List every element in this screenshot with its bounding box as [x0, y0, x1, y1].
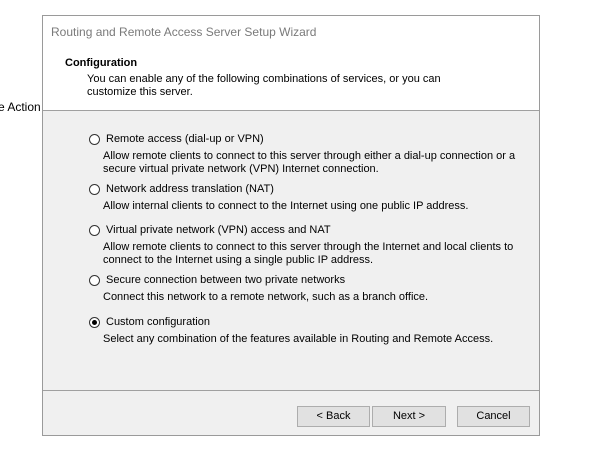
cancel-button[interactable]: Cancel	[457, 406, 530, 427]
back-button[interactable]: < Back	[297, 406, 370, 427]
option-label[interactable]: Virtual private network (VPN) access and…	[106, 224, 331, 236]
page-description: You can enable any of the following comb…	[87, 73, 441, 98]
page-title: Configuration	[65, 57, 138, 69]
option-label[interactable]: Secure connection between two private ne…	[106, 274, 345, 286]
option-description: Allow remote clients to connect to this …	[103, 241, 514, 266]
option-label[interactable]: Network address translation (NAT)	[106, 183, 274, 195]
setup-wizard-dialog: Routing and Remote Access Server Setup W…	[42, 15, 540, 436]
radio-nat[interactable]	[89, 184, 100, 195]
radio-secure-connection[interactable]	[89, 275, 100, 286]
footer-divider	[43, 390, 539, 391]
next-button[interactable]: Next >	[372, 406, 446, 427]
option-label[interactable]: Custom configuration	[106, 316, 210, 328]
option-description: Connect this network to a remote network…	[103, 291, 429, 303]
radio-remote-access[interactable]	[89, 134, 100, 145]
option-description: Allow internal clients to connect to the…	[103, 200, 469, 212]
background-window-text: e Action	[0, 100, 41, 114]
option-label[interactable]: Remote access (dial-up or VPN)	[106, 133, 264, 145]
radio-vpn-and-nat[interactable]	[89, 225, 100, 236]
window-title: Routing and Remote Access Server Setup W…	[51, 25, 317, 39]
option-description: Select any combination of the features a…	[103, 333, 494, 345]
radio-custom-configuration[interactable]	[89, 317, 100, 328]
option-description: Allow remote clients to connect to this …	[103, 150, 516, 175]
wizard-header: Configuration You can enable any of the …	[43, 46, 539, 111]
title-bar[interactable]: Routing and Remote Access Server Setup W…	[43, 16, 539, 46]
